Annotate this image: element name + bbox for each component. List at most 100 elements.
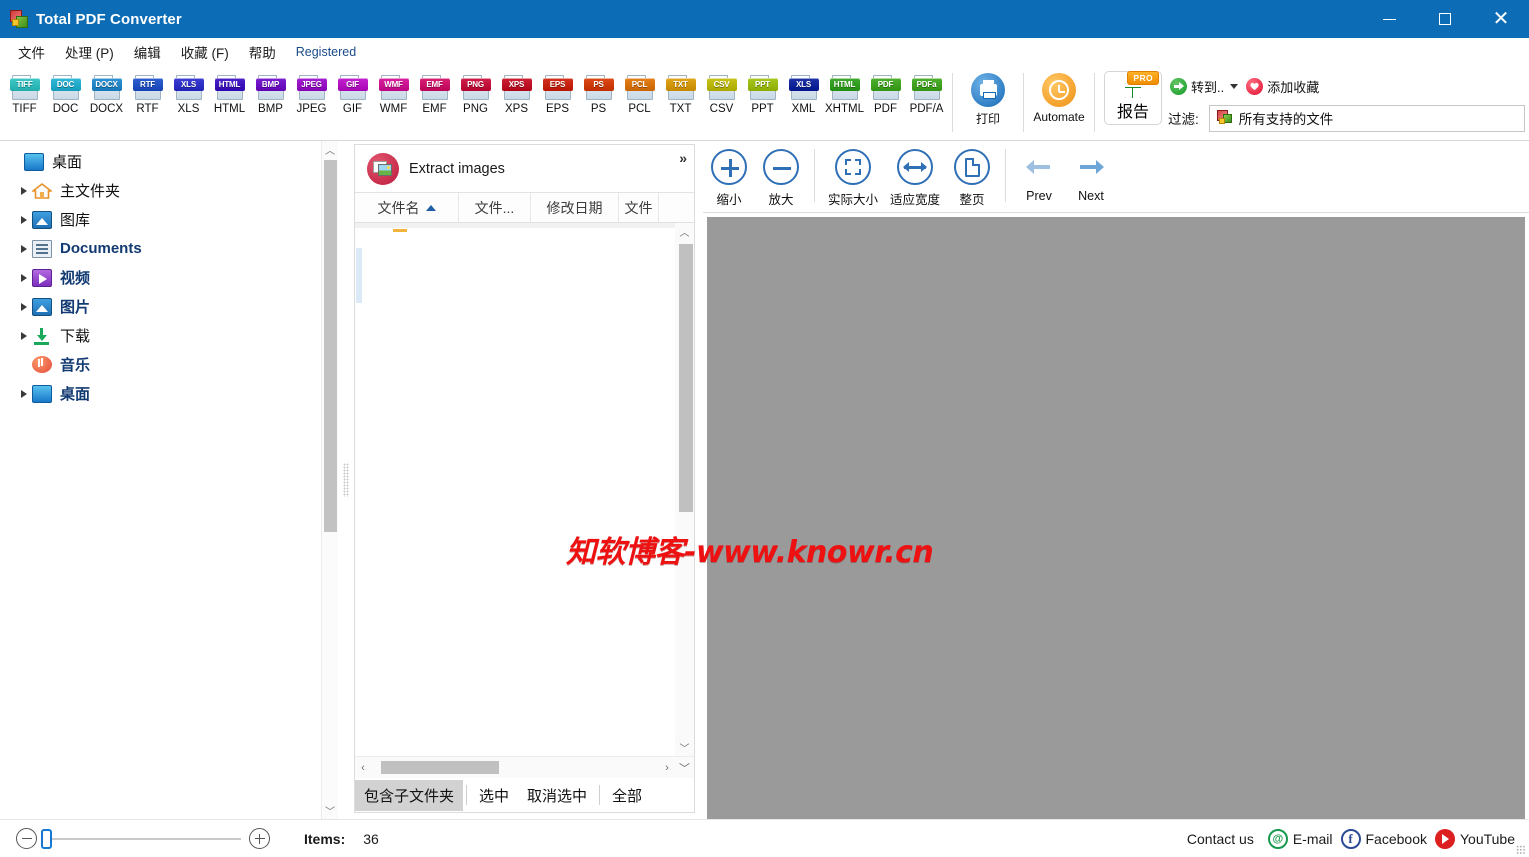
format-button-emf[interactable]: EMFEMF [414,69,455,115]
print-button[interactable]: 打印 [958,69,1018,127]
format-button-xml[interactable]: XLSXML [783,69,824,115]
format-button-png[interactable]: PNGPNG [455,69,496,115]
format-button-csv[interactable]: CSVCSV [701,69,742,115]
youtube-link[interactable]: YouTube [1435,829,1515,849]
format-button-wmf[interactable]: WMFWMF [373,69,414,115]
tree-expander[interactable] [16,274,32,282]
scroll-up-icon[interactable]: ︿ [322,141,339,158]
email-link[interactable]: @ E-mail [1268,829,1333,849]
format-button-pcl[interactable]: PCLPCL [619,69,660,115]
thumbnail-zoom-out-button[interactable] [16,828,37,849]
tree-vertical-scrollbar[interactable]: ︿ ﹀ [321,141,338,819]
tree-item-0[interactable]: 主文件夹 [0,176,321,205]
fit-width-button[interactable]: 适应宽度 [884,145,946,208]
menu-file[interactable]: 文件 [8,38,55,66]
chevron-down-icon[interactable] [1230,84,1238,89]
zoom-out-button[interactable]: 放大 [755,145,807,208]
file-list-vertical-scrollbar[interactable]: ︿ ﹀ [675,223,694,756]
select-button[interactable]: 选中 [470,780,518,811]
scroll-corner-icon[interactable]: ﹀ [675,757,694,779]
preview-canvas[interactable] [707,217,1525,819]
format-button-doc[interactable]: DOCDOC [45,69,86,115]
actual-size-button[interactable]: 实际大小 [822,145,884,208]
format-button-tiff[interactable]: TIFFTIFF [4,69,45,115]
menu-help[interactable]: 帮助 [239,38,286,66]
file-list-rows[interactable] [355,223,675,756]
tree-item-6[interactable]: 音乐 [0,350,321,379]
format-button-html[interactable]: HTMLHTML [209,69,250,115]
format-button-ppt[interactable]: PPTPPT [742,69,783,115]
scroll-down-icon[interactable]: ﹀ [322,802,339,819]
file-list-body[interactable]: ︿ ﹀ [355,223,694,756]
goto-button[interactable]: 转到.. [1168,75,1244,98]
hscroll-track[interactable] [371,757,659,779]
tree-item-2[interactable]: Documents [0,234,321,263]
registered-label[interactable]: Registered [286,41,366,63]
tree-scroll-track[interactable] [322,158,339,802]
tree-item-3[interactable]: 视频 [0,263,321,292]
thumbnail-zoom-slider[interactable] [45,838,241,840]
scroll-right-icon[interactable]: › [659,757,675,779]
menu-edit[interactable]: 编辑 [124,38,171,66]
resize-grip[interactable] [1516,845,1526,855]
maximize-button[interactable] [1417,0,1473,38]
tree-expander[interactable] [16,332,32,340]
menu-process[interactable]: 处理 (P) [55,38,124,66]
format-button-rtf[interactable]: RTFRTF [127,69,168,115]
tree-item-4[interactable]: 图片 [0,292,321,321]
zoom-slider-thumb[interactable] [41,829,52,849]
format-button-pdf[interactable]: PDFPDF [865,69,906,115]
tree-item-root[interactable]: 桌面 [0,147,321,176]
tree-item-5[interactable]: 下载 [0,321,321,350]
filter-input[interactable]: 所有支持的文件 [1209,105,1525,132]
format-button-xhtml[interactable]: HTMLXHTML [824,69,865,115]
fit-page-button[interactable]: 整页 [946,145,998,208]
facebook-link[interactable]: f Facebook [1341,829,1427,849]
report-button[interactable]: PRO 报告 [1104,71,1162,125]
column-header-3[interactable]: 文件 [619,193,659,222]
add-favorite-button[interactable]: 添加收藏 [1244,75,1325,98]
format-button-eps[interactable]: EPSEPS [537,69,578,115]
format-button-xps[interactable]: XPSXPS [496,69,537,115]
column-header-2[interactable]: 修改日期 [531,193,619,222]
format-button-txt[interactable]: TXTTXT [660,69,701,115]
tree-expander[interactable] [16,187,32,195]
format-button-ps[interactable]: PSPS [578,69,619,115]
tree-expander[interactable] [16,245,32,253]
scroll-left-icon[interactable]: ‹ [355,757,371,779]
format-button-pdf-a[interactable]: PDFaPDF/A [906,69,947,115]
prev-page-button[interactable]: Prev [1013,145,1065,203]
format-button-jpeg[interactable]: JPEGJPEG [291,69,332,115]
file-scroll-track[interactable] [676,240,693,739]
tree-scroll-thumb[interactable] [324,160,337,532]
file-list-horizontal-scrollbar[interactable]: ‹ › ﹀ [355,756,694,778]
pane-splitter[interactable] [338,141,354,819]
format-button-bmp[interactable]: BMPBMP [250,69,291,115]
automate-button[interactable]: Automate [1029,69,1089,124]
expand-panel-icon[interactable]: » [679,150,687,166]
format-button-gif[interactable]: GIFGIF [332,69,373,115]
scroll-up-icon[interactable]: ︿ [676,223,693,240]
menu-favorites[interactable]: 收藏 (F) [171,38,239,66]
column-header-1[interactable]: 文件... [459,193,531,222]
tree-expander[interactable] [16,303,32,311]
splitter-grip[interactable] [343,463,349,497]
select-all-button[interactable]: 全部 [603,780,651,811]
thumbnail-zoom-in-button[interactable] [249,828,270,849]
tree-item-7[interactable]: 桌面 [0,379,321,408]
close-button[interactable]: ✕ [1473,0,1529,38]
hscroll-thumb[interactable] [381,761,499,774]
tree-expander[interactable] [16,390,32,398]
include-subfolders-button[interactable]: 包含子文件夹 [355,780,463,811]
format-button-docx[interactable]: DOCXDOCX [86,69,127,115]
next-page-button[interactable]: Next [1065,145,1117,203]
deselect-button[interactable]: 取消选中 [518,780,596,811]
tree-item-1[interactable]: 图库 [0,205,321,234]
scroll-down-icon[interactable]: ﹀ [676,739,693,756]
file-scroll-thumb[interactable] [679,244,693,512]
minimize-button[interactable] [1361,0,1417,38]
zoom-in-button[interactable]: 缩小 [703,145,755,208]
tree-expander[interactable] [16,216,32,224]
column-header-0[interactable]: 文件名 [355,193,459,222]
format-button-xls[interactable]: XLSXLS [168,69,209,115]
